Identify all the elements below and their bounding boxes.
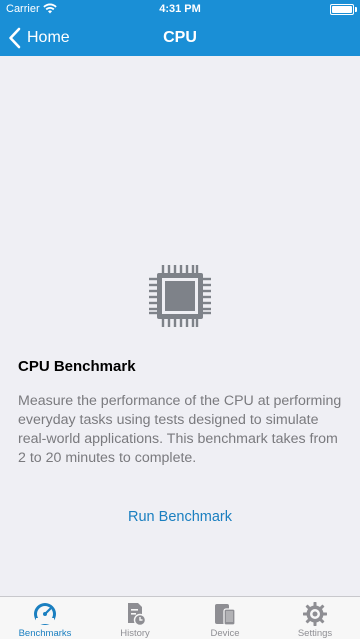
tab-label: Device (210, 628, 240, 639)
benchmark-description: Measure the performance of the CPU at pe… (18, 393, 342, 466)
tab-benchmarks[interactable]: Benchmarks (0, 597, 90, 639)
tab-settings[interactable]: Settings (270, 597, 360, 639)
history-icon (128, 603, 147, 627)
battery-tip (355, 7, 357, 12)
cpu-chip-icon (149, 265, 211, 327)
benchmark-title: CPU Benchmark (18, 358, 136, 375)
tab-label: History (120, 628, 150, 639)
status-bar: Carrier 4:31 PM (0, 0, 360, 20)
gauge-icon (34, 603, 56, 625)
navigation-bar: Home CPU (0, 20, 360, 56)
tab-history[interactable]: History (90, 597, 180, 639)
tab-label: Benchmarks (18, 628, 72, 639)
device-icon (215, 604, 236, 626)
tab-label: Settings (297, 628, 333, 639)
tab-device[interactable]: Device (180, 597, 270, 639)
gear-icon (303, 602, 327, 626)
clock: 4:31 PM (159, 3, 201, 15)
battery-icon (330, 4, 354, 15)
tab-bar: Benchmarks History Device Settings (0, 596, 360, 639)
main-content: CPU Benchmark Measure the performance of… (0, 56, 360, 596)
page-title: CPU (163, 29, 197, 46)
run-benchmark-button[interactable]: Run Benchmark (0, 509, 360, 525)
